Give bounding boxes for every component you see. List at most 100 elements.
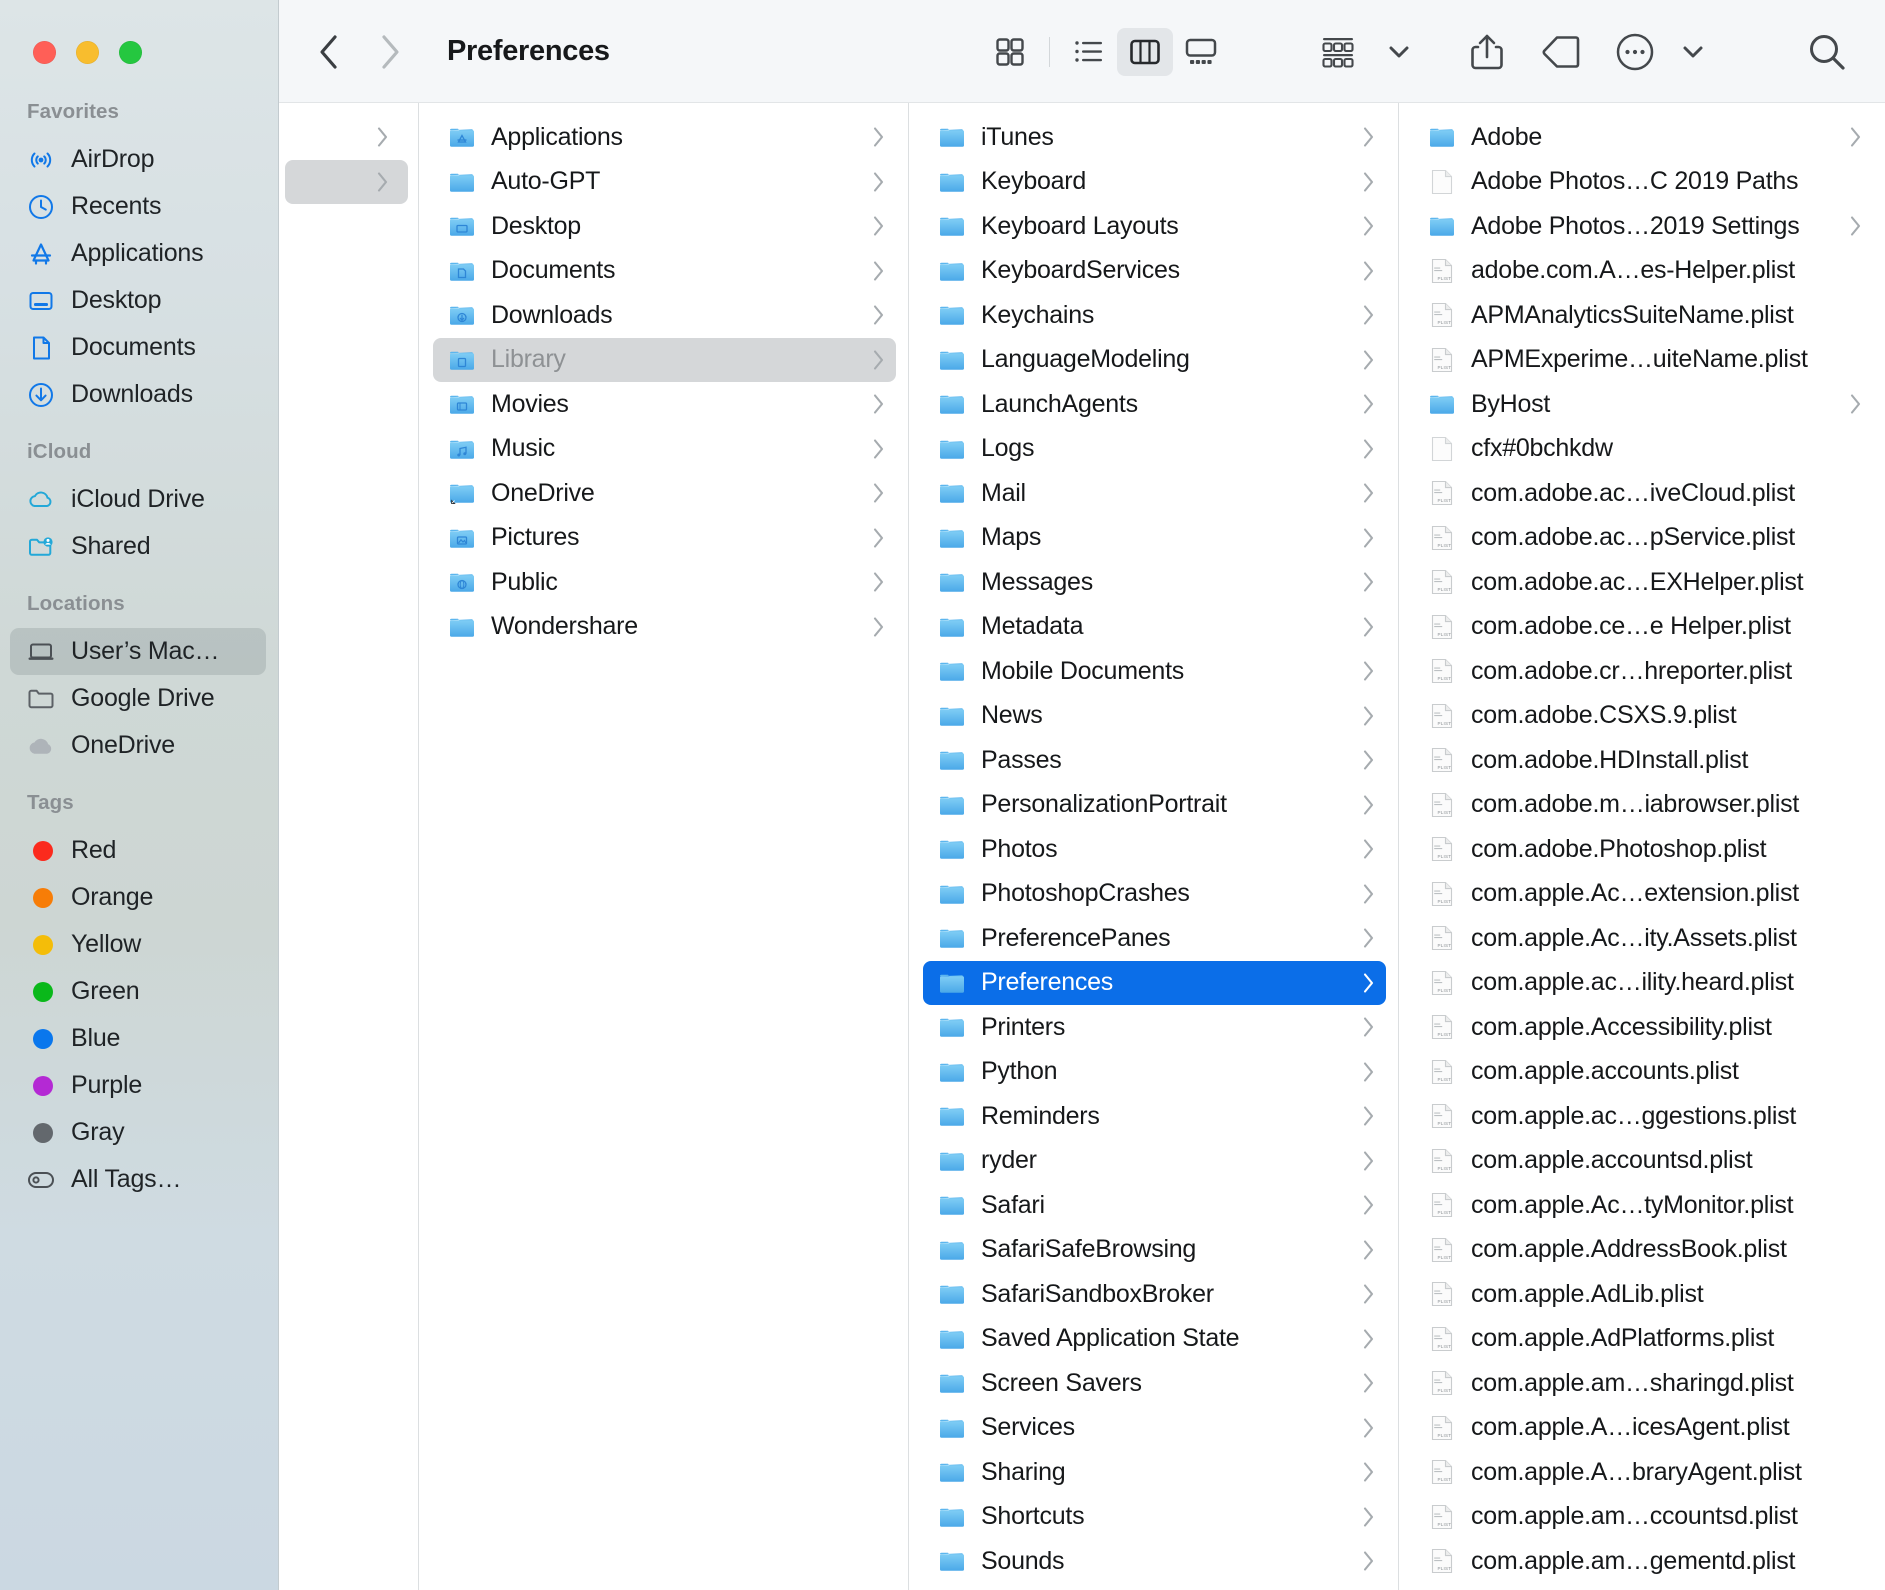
file-row[interactable]: PLIST com.adobe.ac…pService.plist — [1413, 516, 1873, 561]
file-row[interactable]: Wondershare — [433, 605, 896, 650]
file-row[interactable]: PLIST com.apple.AdPlatforms.plist — [1413, 1317, 1873, 1362]
file-row[interactable]: Printers — [923, 1005, 1386, 1050]
file-row[interactable]: PLIST com.adobe.cr…hreporter.plist — [1413, 649, 1873, 694]
file-row[interactable]: Safari — [923, 1183, 1386, 1228]
file-row[interactable]: Keychains — [923, 293, 1386, 338]
file-row[interactable]: PhotoshopCrashes — [923, 872, 1386, 917]
file-row[interactable]: Keyboard — [923, 160, 1386, 205]
file-row[interactable]: PLIST com.apple.ac…ggestions.plist — [1413, 1094, 1873, 1139]
file-row[interactable]: Shortcuts — [923, 1495, 1386, 1540]
search-button[interactable] — [1803, 28, 1851, 76]
file-row[interactable]: PLIST APMAnalyticsSuiteName.plist — [1413, 293, 1873, 338]
sidebar-item-airdrop[interactable]: AirDrop — [10, 136, 266, 183]
file-row[interactable]: PLIST com.apple.Accessibility.plist — [1413, 1005, 1873, 1050]
file-row[interactable]: Music — [433, 427, 896, 472]
file-row[interactable]: PLIST com.apple.A…icesAgent.plist — [1413, 1406, 1873, 1451]
forward-button[interactable] — [367, 29, 413, 75]
file-row[interactable]: Desktop — [433, 204, 896, 249]
file-row[interactable]: PLIST com.apple.Ac…extension.plist — [1413, 872, 1873, 917]
file-row[interactable]: SafariSafeBrowsing — [923, 1228, 1386, 1273]
file-row[interactable]: PLIST com.adobe.ac…EXHelper.plist — [1413, 560, 1873, 605]
sidebar-item-user-s-mac[interactable]: User’s Mac… — [10, 628, 266, 675]
icon-view-button[interactable] — [982, 28, 1038, 76]
file-row[interactable]: PLIST com.adobe.ce…e Helper.plist — [1413, 605, 1873, 650]
sidebar-item-documents[interactable]: Documents — [10, 324, 266, 371]
sidebar-item-shared[interactable]: Shared — [10, 523, 266, 570]
back-button[interactable] — [305, 29, 351, 75]
sidebar-item-blue[interactable]: Blue — [10, 1015, 266, 1062]
file-row[interactable]: Logs — [923, 427, 1386, 472]
sidebar-item-google-drive[interactable]: Google Drive — [10, 675, 266, 722]
file-row[interactable]: Applications — [433, 115, 896, 160]
file-row[interactable]: PLIST com.apple.A…braryAgent.plist — [1413, 1450, 1873, 1495]
column-0-row[interactable] — [285, 115, 408, 160]
sidebar-item-orange[interactable]: Orange — [10, 874, 266, 921]
file-row[interactable]: Metadata — [923, 605, 1386, 650]
file-row[interactable]: PLIST adobe.com.A…es-Helper.plist — [1413, 249, 1873, 294]
file-row[interactable]: Library — [433, 337, 896, 382]
file-row[interactable]: iTunes — [923, 115, 1386, 160]
chevron-down-icon[interactable] — [1375, 28, 1423, 76]
file-row[interactable]: Adobe — [1413, 115, 1873, 160]
file-row[interactable]: PLIST com.apple.ac…ility.heard.plist — [1413, 961, 1873, 1006]
column-view-button[interactable] — [1117, 27, 1173, 76]
file-row[interactable]: PLIST com.adobe.ac…iveCloud.plist — [1413, 471, 1873, 516]
file-row[interactable]: PLIST com.adobe.CSXS.9.plist — [1413, 694, 1873, 739]
file-row[interactable]: Saved Application State — [923, 1317, 1386, 1362]
file-row[interactable]: Reminders — [923, 1094, 1386, 1139]
file-row[interactable]: ryder — [923, 1139, 1386, 1184]
file-row[interactable]: Sharing — [923, 1450, 1386, 1495]
file-row[interactable]: KeyboardServices — [923, 249, 1386, 294]
gallery-view-button[interactable] — [1173, 28, 1229, 76]
file-row[interactable]: Passes — [923, 738, 1386, 783]
file-row[interactable]: OneDrive — [433, 471, 896, 516]
file-row[interactable]: PLIST com.apple.Ac…tyMonitor.plist — [1413, 1183, 1873, 1228]
file-row[interactable]: Mail — [923, 471, 1386, 516]
file-row[interactable]: PLIST APMExperime…uiteName.plist — [1413, 338, 1873, 383]
file-row[interactable]: Screen Savers — [923, 1361, 1386, 1406]
sidebar-item-gray[interactable]: Gray — [10, 1109, 266, 1156]
file-row[interactable]: LaunchAgents — [923, 382, 1386, 427]
file-row[interactable]: PLIST com.apple.accounts.plist — [1413, 1050, 1873, 1095]
file-row[interactable]: Keyboard Layouts — [923, 204, 1386, 249]
file-row[interactable]: Adobe Photos…C 2019 Paths — [1413, 160, 1873, 205]
file-row[interactable]: Preferences — [923, 960, 1386, 1005]
file-row[interactable]: PLIST com.apple.AddressBook.plist — [1413, 1228, 1873, 1273]
file-row[interactable]: PLIST com.apple.am…ccountsd.plist — [1413, 1495, 1873, 1540]
file-row[interactable]: PLIST com.apple.animoji.plist — [1413, 1584, 1873, 1590]
file-row[interactable]: Movies — [433, 382, 896, 427]
column-2-library[interactable]: iTunes Keyboard Keyboard Layouts Keyboar… — [909, 103, 1399, 1590]
file-row[interactable]: Auto-GPT — [433, 160, 896, 205]
file-row[interactable]: Downloads — [433, 293, 896, 338]
file-row[interactable]: Adobe Photos…2019 Settings — [1413, 204, 1873, 249]
file-row[interactable]: Spelling — [923, 1584, 1386, 1590]
sidebar-item-red[interactable]: Red — [10, 827, 266, 874]
file-row[interactable]: Pictures — [433, 516, 896, 561]
share-button[interactable] — [1463, 28, 1511, 76]
file-row[interactable]: PLIST com.apple.AdLib.plist — [1413, 1272, 1873, 1317]
file-row[interactable]: PLIST com.apple.am…gementd.plist — [1413, 1539, 1873, 1584]
file-row[interactable]: cfx#0bchkdw — [1413, 427, 1873, 472]
file-row[interactable]: Python — [923, 1050, 1386, 1095]
file-row[interactable]: Photos — [923, 827, 1386, 872]
file-row[interactable]: PLIST com.apple.Ac…ity.Assets.plist — [1413, 916, 1873, 961]
file-row[interactable]: Public — [433, 560, 896, 605]
file-row[interactable]: Messages — [923, 560, 1386, 605]
more-button[interactable] — [1611, 28, 1659, 76]
maximize-button[interactable] — [119, 41, 142, 64]
sidebar-item-icloud-drive[interactable]: iCloud Drive — [10, 476, 266, 523]
file-row[interactable]: News — [923, 694, 1386, 739]
file-row[interactable]: PLIST com.apple.accountsd.plist — [1413, 1139, 1873, 1184]
close-button[interactable] — [33, 41, 56, 64]
tags-button[interactable] — [1537, 28, 1585, 76]
file-row[interactable]: PLIST com.adobe.HDInstall.plist — [1413, 738, 1873, 783]
file-row[interactable]: Maps — [923, 516, 1386, 561]
column-0[interactable] — [279, 103, 419, 1590]
group-by-button[interactable] — [1315, 28, 1363, 76]
column-1-home[interactable]: Applications Auto-GPT Desktop Documents … — [419, 103, 909, 1590]
file-row[interactable]: PLIST com.adobe.m…iabrowser.plist — [1413, 783, 1873, 828]
file-row[interactable]: PLIST com.apple.am…sharingd.plist — [1413, 1361, 1873, 1406]
column-0-row[interactable] — [285, 159, 408, 204]
sidebar-item-purple[interactable]: Purple — [10, 1062, 266, 1109]
sidebar-item-green[interactable]: Green — [10, 968, 266, 1015]
